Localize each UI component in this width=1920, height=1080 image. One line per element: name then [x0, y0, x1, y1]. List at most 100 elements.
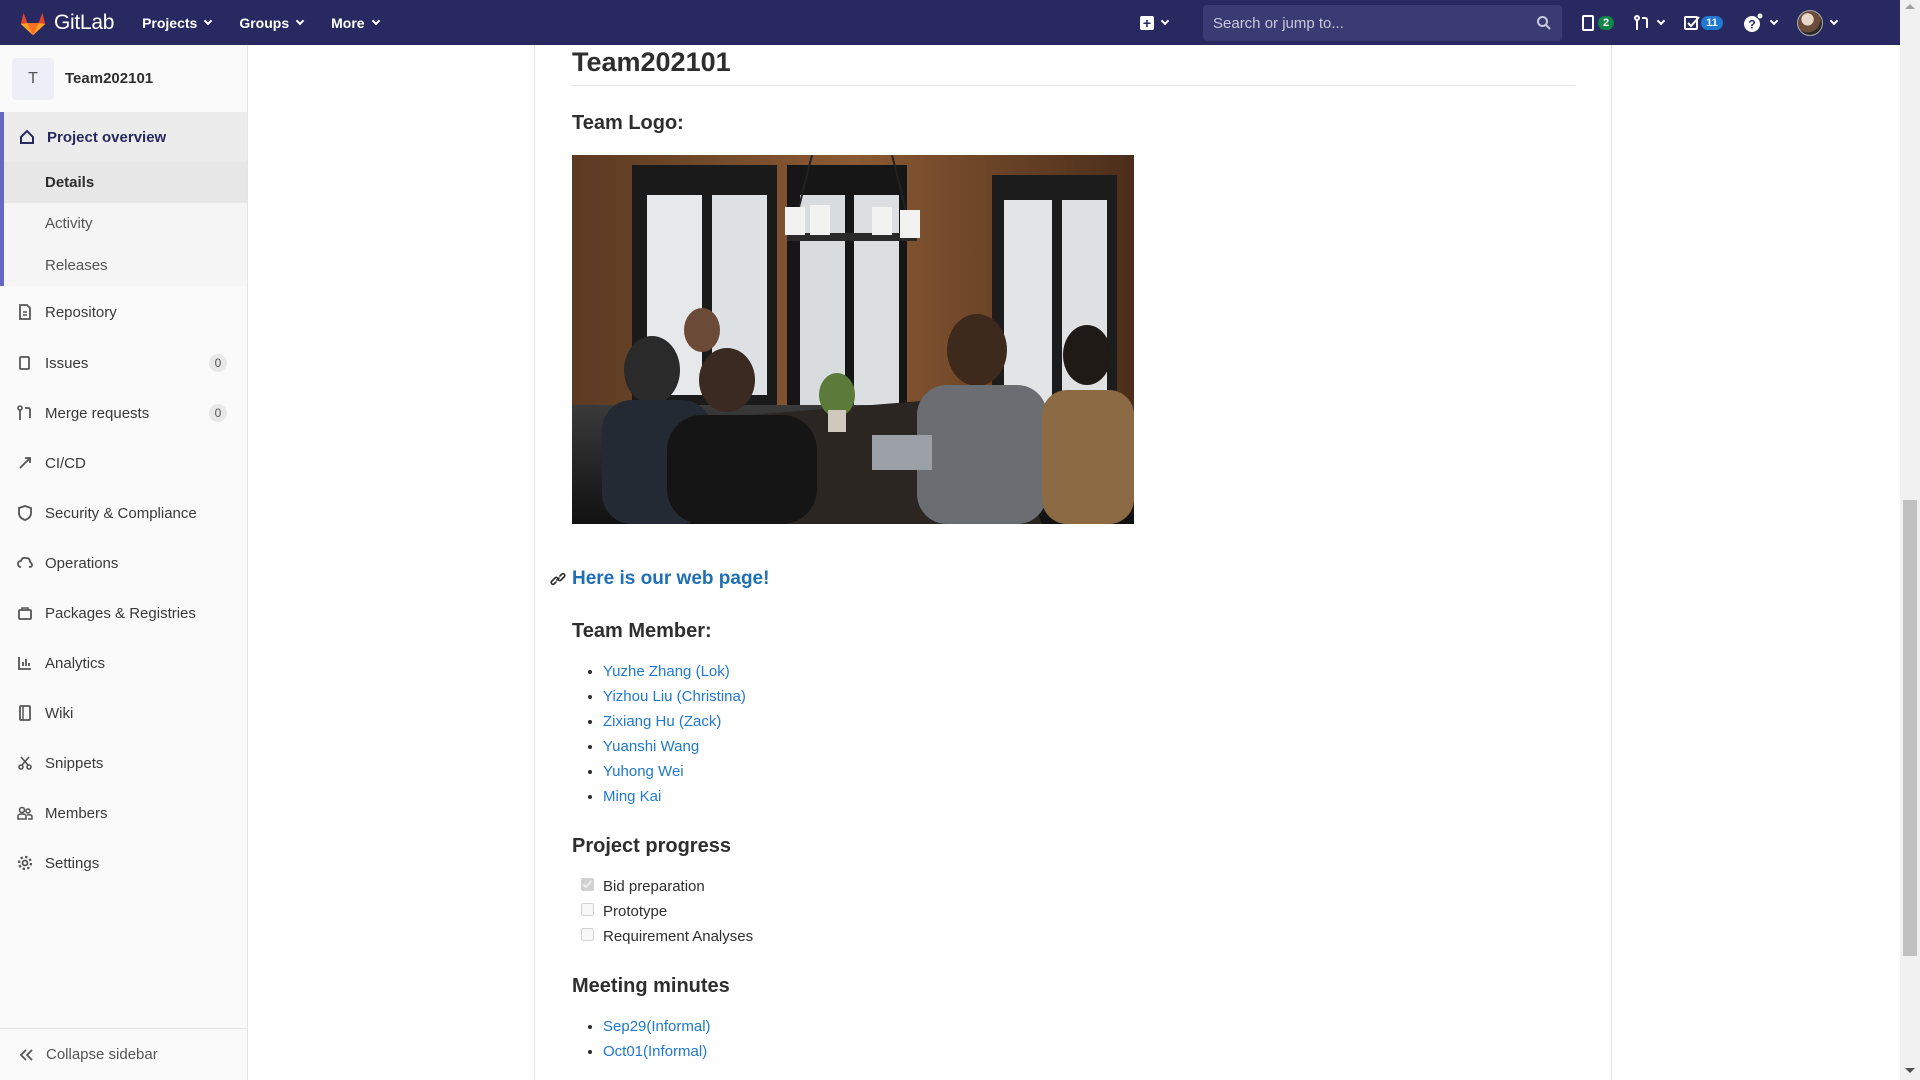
- list-item: Ming Kai: [603, 784, 1575, 809]
- sidebar-item-label: Members: [45, 804, 108, 822]
- todos-nav-button[interactable]: 11: [1684, 15, 1723, 31]
- meeting-minutes-list: Sep29(Informal) Oct01(Informal): [572, 1014, 1575, 1064]
- new-item-dropdown[interactable]: +: [1140, 15, 1170, 30]
- user-menu-dropdown[interactable]: [1796, 9, 1839, 36]
- chevron-down-icon: [1160, 16, 1170, 25]
- chevron-down-icon: [1829, 16, 1839, 25]
- task-checkbox[interactable]: [581, 928, 594, 941]
- member-link[interactable]: Yizhou Liu (Christina): [603, 688, 746, 705]
- team-member-heading: Team Member:: [572, 620, 712, 642]
- task-label: Requirement Analyses: [603, 928, 754, 945]
- sidebar-subitem-activity[interactable]: Activity: [4, 203, 247, 244]
- member-link[interactable]: Zixiang Hu (Zack): [603, 713, 721, 730]
- project-progress-heading: Project progress: [572, 835, 731, 857]
- chevron-down-icon: [204, 16, 213, 25]
- merge-request-icon: [1634, 14, 1649, 30]
- member-link[interactable]: Yuhong Wei: [603, 763, 684, 780]
- gitlab-home-link[interactable]: GitLab: [18, 8, 114, 38]
- search-container: [1203, 5, 1562, 41]
- sidebar-item-label: Project overview: [47, 128, 167, 146]
- sidebar-item-snippets[interactable]: Snippets: [0, 738, 247, 788]
- list-item: Oct01(Informal): [603, 1039, 1575, 1064]
- sidebar-item-label: Analytics: [45, 654, 106, 672]
- sidebar-item-issues[interactable]: Issues 0: [0, 338, 247, 388]
- nav-projects-dropdown[interactable]: Projects: [142, 14, 213, 31]
- scroll-up-arrow-icon[interactable]: [1905, 4, 1915, 9]
- sidebar-project-header[interactable]: T Team202101: [0, 45, 247, 112]
- sidebar-subitem-details[interactable]: Details: [4, 162, 247, 203]
- sidebar-subitem-label: Activity: [45, 215, 93, 232]
- home-icon: [18, 128, 36, 146]
- package-icon: [16, 604, 34, 622]
- issues-count-badge: 2: [1598, 15, 1615, 30]
- member-link[interactable]: Yuanshi Wang: [603, 738, 699, 755]
- sidebar-item-repository[interactable]: Repository: [0, 286, 247, 338]
- task-checkbox[interactable]: [581, 878, 594, 891]
- minutes-link[interactable]: Oct01(Informal): [603, 1043, 707, 1060]
- merge-requests-nav-button[interactable]: [1634, 14, 1666, 31]
- nav-groups-dropdown[interactable]: Groups: [239, 14, 305, 31]
- task-label: Prototype: [603, 903, 668, 920]
- readme-markdown: Team202101 Team Logo: Here is our web pa…: [550, 45, 1575, 1064]
- task-item: Bid preparation: [581, 874, 1575, 899]
- sidebar-item-merge-requests[interactable]: Merge requests 0: [0, 388, 247, 438]
- nav-more-dropdown[interactable]: More: [331, 14, 380, 31]
- cloud-gear-icon: [16, 554, 34, 572]
- link-icon[interactable]: [550, 571, 566, 587]
- sidebar-item-members[interactable]: Members: [0, 788, 247, 838]
- list-item: Yuanshi Wang: [603, 734, 1575, 759]
- nav-menu: Projects Groups More: [142, 15, 406, 31]
- member-link[interactable]: Yuzhe Zhang (Lok): [603, 663, 730, 680]
- issues-nav-button[interactable]: 2: [1582, 14, 1615, 31]
- rocket-icon: [16, 454, 34, 472]
- sidebar-subitem-label: Releases: [45, 256, 108, 274]
- sidebar-item-settings[interactable]: Settings: [0, 838, 247, 888]
- webpage-link[interactable]: Here is our web page!: [572, 568, 769, 590]
- readme-content-panel: Team202101 Team Logo: Here is our web pa…: [534, 45, 1612, 1080]
- sidebar-project-name: Team202101: [65, 70, 154, 87]
- sidebar-item-wiki[interactable]: Wiki: [0, 688, 247, 738]
- nav-more-label: More: [331, 14, 365, 31]
- search-input[interactable]: [1213, 14, 1523, 32]
- scroll-down-arrow-icon[interactable]: [1905, 1068, 1915, 1073]
- sidebar-item-label: Snippets: [45, 754, 104, 772]
- sidebar-item-project-overview[interactable]: Project overview: [4, 112, 247, 162]
- sidebar-item-operations[interactable]: Operations: [0, 538, 247, 588]
- chevron-down-icon: [1656, 16, 1666, 25]
- sidebar-subitem-releases[interactable]: Releases: [4, 244, 247, 286]
- list-item: Yuhong Wei: [603, 759, 1575, 784]
- issues-icon: [16, 354, 34, 372]
- list-item: Sep29(Informal): [603, 1014, 1575, 1039]
- todos-count-badge: 11: [1701, 15, 1723, 30]
- sidebar-item-analytics[interactable]: Analytics: [0, 638, 247, 688]
- webpage-anchor-row: Here is our web page!: [550, 568, 1575, 590]
- minutes-link[interactable]: Sep29(Informal): [603, 1018, 711, 1035]
- task-checkbox[interactable]: [581, 903, 594, 916]
- team-photo[interactable]: [572, 155, 1134, 524]
- collapse-sidebar-button[interactable]: Collapse sidebar: [0, 1028, 247, 1080]
- page-scrollbar[interactable]: [1900, 0, 1920, 1080]
- sidebar-item-label: Security & Compliance: [45, 504, 197, 522]
- sidebar-item-label: Packages & Registries: [45, 604, 196, 622]
- project-avatar: T: [12, 57, 54, 100]
- search-icon: [1537, 16, 1551, 30]
- member-link[interactable]: Ming Kai: [603, 788, 661, 805]
- sidebar-item-security-compliance[interactable]: Security & Compliance: [0, 488, 247, 538]
- task-label: Bid preparation: [603, 878, 705, 895]
- sidebar-item-label: Repository: [45, 303, 117, 321]
- task-item: Prototype: [581, 899, 1575, 924]
- help-dropdown[interactable]: ?: [1743, 12, 1779, 33]
- sidebar-item-ci-cd[interactable]: CI/CD: [0, 438, 247, 488]
- chart-icon: [16, 654, 34, 672]
- sidebar-item-label: Merge requests: [45, 404, 150, 422]
- users-icon: [16, 804, 34, 822]
- nav-groups-label: Groups: [239, 14, 290, 31]
- readme-title: Team202101: [572, 45, 1575, 86]
- sidebar-item-label: Wiki: [45, 704, 74, 722]
- book-icon: [16, 704, 34, 722]
- sidebar-item-packages-registries[interactable]: Packages & Registries: [0, 588, 247, 638]
- scroll-thumb[interactable]: [1903, 500, 1917, 956]
- nav-projects-label: Projects: [142, 14, 198, 31]
- sidebar-item-label: CI/CD: [45, 454, 86, 472]
- issues-icon: [1582, 14, 1594, 31]
